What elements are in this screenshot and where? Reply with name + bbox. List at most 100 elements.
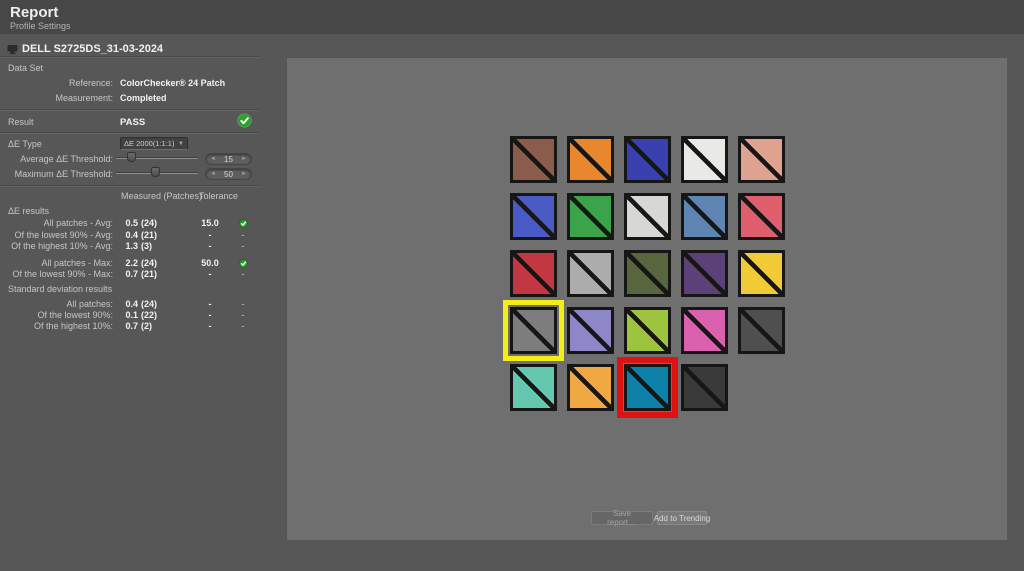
tolerance-value: - <box>197 230 223 240</box>
max-threshold-stepper[interactable]: ◄ 50 ► <box>205 168 252 180</box>
row-status: - <box>235 241 251 251</box>
color-patch[interactable] <box>624 136 671 183</box>
page-subtitle: Profile Settings <box>10 21 71 31</box>
color-patch-highlighted-yellow[interactable] <box>510 307 557 354</box>
device-name: DELL S2725DS_31-03-2024 <box>22 43 163 55</box>
patch-count: (21) <box>141 230 157 240</box>
color-patch[interactable] <box>624 307 671 354</box>
measured-value: 0.4 <box>118 230 138 240</box>
arrow-right-icon[interactable]: ► <box>241 171 247 177</box>
arrow-left-icon[interactable]: ◄ <box>210 171 216 177</box>
color-patch[interactable] <box>681 307 728 354</box>
measured-column-header: Measured (Patches) <box>121 191 202 201</box>
row-status: - <box>235 321 251 331</box>
color-patch[interactable] <box>510 250 557 297</box>
divider <box>0 109 259 111</box>
result-row: All patches - Max:2.2(24)50.0 <box>0 258 259 269</box>
color-patch[interactable] <box>510 136 557 183</box>
measurement-label: Measurement: <box>0 93 113 103</box>
arrow-right-icon[interactable]: ► <box>241 156 247 162</box>
pass-check-icon <box>237 113 252 128</box>
color-patch[interactable] <box>624 193 671 240</box>
tolerance-value: - <box>197 241 223 251</box>
avg-threshold-slider[interactable] <box>116 151 198 163</box>
tolerance-column-header: Tolerance <box>199 191 238 201</box>
row-label: All patches: <box>0 299 113 309</box>
tolerance-value: - <box>197 310 223 320</box>
measured-value: 0.7 <box>118 321 138 331</box>
color-patch[interactable] <box>738 193 785 240</box>
color-patch[interactable] <box>510 193 557 240</box>
measured-value: 0.4 <box>118 299 138 309</box>
result-row: Of the lowest 90%: 0.1(22) - - <box>0 310 259 321</box>
row-status: - <box>235 269 251 279</box>
tolerance-value: 50.0 <box>197 258 223 268</box>
row-label: Of the lowest 90% - Avg: <box>0 230 113 240</box>
row-label: Of the highest 10%: <box>0 321 113 331</box>
top-header-bar <box>0 0 1024 34</box>
pass-check-icon <box>235 218 251 228</box>
measurement-value: Completed <box>120 93 167 103</box>
measured-value: 0.1 <box>118 310 138 320</box>
data-set-section-label: Data Set <box>8 63 43 73</box>
color-patch[interactable] <box>681 193 728 240</box>
patch-count: (3) <box>141 241 152 251</box>
color-patch[interactable] <box>681 136 728 183</box>
sd-results-section-label: Standard deviation results <box>8 284 112 294</box>
color-patch[interactable] <box>738 250 785 297</box>
result-row: Of the highest 10%:0.7(2)-- <box>0 321 259 332</box>
color-patch[interactable] <box>738 307 785 354</box>
tolerance-value: 15.0 <box>197 218 223 228</box>
color-patch[interactable] <box>567 136 614 183</box>
measured-value: 2.2 <box>118 258 138 268</box>
patch-count: (24) <box>141 299 157 309</box>
measured-value: 0.5 <box>118 218 138 228</box>
save-report-button[interactable]: Save report.... <box>591 511 653 525</box>
patch-count: (21) <box>141 269 157 279</box>
device-header: DELL S2725DS_31-03-2024 <box>7 42 163 56</box>
max-threshold-value: 50 <box>224 170 233 179</box>
color-patch-highlighted-red[interactable] <box>624 364 671 411</box>
result-value: PASS <box>120 117 145 128</box>
row-label: Of the lowest 90%: <box>0 310 113 320</box>
colorchecker-patch-grid <box>510 136 800 426</box>
patch-count: (2) <box>141 321 152 331</box>
color-patch[interactable] <box>567 307 614 354</box>
result-row: Of the lowest 90% - Avg:0.4(21)-- <box>0 230 259 241</box>
row-label: Of the lowest 90% - Max: <box>0 269 113 279</box>
color-patch[interactable] <box>681 250 728 297</box>
reference-label: Reference: <box>0 78 113 88</box>
measured-value: 0.7 <box>118 269 138 279</box>
row-label: All patches - Avg: <box>0 218 113 228</box>
color-patch[interactable] <box>510 364 557 411</box>
color-patch[interactable] <box>681 364 728 411</box>
color-patch[interactable] <box>567 193 614 240</box>
result-label: Result <box>8 117 34 127</box>
patch-count: (22) <box>141 310 157 320</box>
monitor-icon <box>7 44 18 55</box>
de-results-section-label: ΔE results <box>8 206 49 216</box>
tolerance-value: - <box>197 299 223 309</box>
divider <box>0 132 259 134</box>
slider-handle[interactable] <box>127 152 136 162</box>
tolerance-value: - <box>197 269 223 279</box>
avg-threshold-stepper[interactable]: ◄ 15 ► <box>205 153 252 165</box>
color-patch[interactable] <box>738 136 785 183</box>
row-status: - <box>235 310 251 320</box>
pass-check-icon <box>235 258 251 268</box>
add-to-trending-button[interactable]: Add to Trending <box>657 511 707 525</box>
color-patch[interactable] <box>567 250 614 297</box>
slider-handle[interactable] <box>151 167 160 177</box>
avg-threshold-label: Average ΔE Threshold: <box>0 154 113 164</box>
de-type-selected: ΔE 2000(1:1:1) <box>124 139 174 148</box>
color-patch[interactable] <box>567 364 614 411</box>
max-threshold-slider[interactable] <box>116 166 198 178</box>
patch-count: (24) <box>141 218 157 228</box>
arrow-left-icon[interactable]: ◄ <box>210 156 216 162</box>
result-row: All patches - Avg: 0.5(24) 15.0 <box>0 218 259 229</box>
de-type-dropdown[interactable]: ΔE 2000(1:1:1) ▼ <box>120 137 188 150</box>
result-row: All patches: 0.4(24) - - <box>0 299 259 310</box>
patch-count: (24) <box>141 258 157 268</box>
row-status: - <box>235 299 251 309</box>
color-patch[interactable] <box>624 250 671 297</box>
